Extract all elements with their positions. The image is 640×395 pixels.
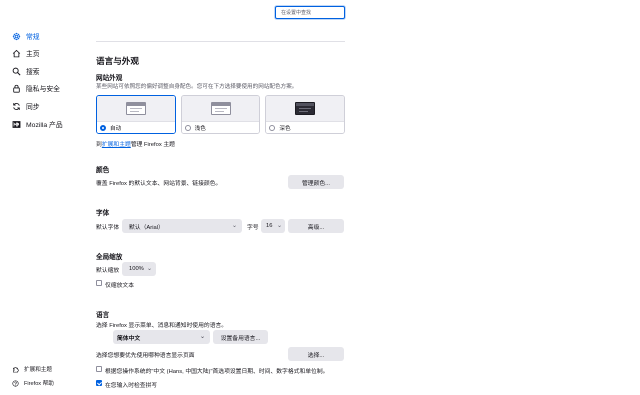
regional-format-checkbox[interactable] [96,366,102,372]
settings-search-input[interactable] [275,6,345,19]
radio-button[interactable] [269,124,276,131]
font-size-value: 16 [266,223,273,229]
section-divider [96,41,345,42]
spellcheck-label: 在您输入时检查拼写 [105,383,158,389]
puzzle-icon [12,366,19,373]
sidebar-item-label: 隐私与安全 [26,86,60,93]
sidebar-item-general[interactable]: 常规 [12,30,40,42]
language-description: 选择 Firefox 显示菜单、消息和通知时使用的语言。 [96,323,228,329]
sidebar-item-mozilla-products[interactable]: Mozilla 产品 [12,118,63,130]
language-value: 简体中文 [117,335,141,342]
chevron-down-icon: ⌄ [146,266,152,272]
mozilla-icon [12,120,21,129]
sidebar-item-label: 搜索 [26,69,40,76]
language-select[interactable]: 简体中文 ⌄ [113,330,210,344]
chevron-down-icon: ⌄ [276,223,282,229]
font-size-select[interactable]: 16 ⌄ [261,219,285,233]
appearance-preview [181,96,260,121]
extensions-themes-link[interactable]: 扩展和主题 [102,142,131,148]
window-preview-dark-icon [295,102,316,115]
appearance-option-dark[interactable]: 深色 [265,95,346,134]
default-zoom-label: 默认缩放 [96,268,120,274]
window-preview-icon [125,102,146,115]
sidebar-footer-label: 扩展和主题 [24,367,52,373]
home-icon [12,49,21,58]
search-icon [12,67,21,76]
gear-icon [12,32,21,41]
sidebar-item-sync[interactable]: 同步 [12,100,40,112]
appearance-option-auto[interactable]: 自动 [96,95,176,134]
manage-colors-button[interactable]: 管理颜色... [288,175,344,189]
sidebar-item-label: 常规 [26,34,40,41]
default-zoom-value: 100% [129,266,144,272]
appearance-preview [266,96,345,121]
spellcheck-checkbox[interactable] [96,380,102,386]
sync-icon [12,102,21,111]
website-appearance-description: 某些网站可依照您的偏好调整自身配色。您可在下方选择要使用的网站配色方案。 [96,84,298,90]
lock-icon [12,84,21,93]
appearance-option-label: 深色 [279,125,291,132]
manage-themes-suffix: 管理 Firefox 主题 [130,142,175,148]
chevron-down-icon: ⌄ [199,334,205,340]
zoom-title: 全局缩放 [96,254,123,261]
appearance-option-light[interactable]: 浅色 [180,95,261,134]
colors-description: 覆盖 Firefox 的默认文本、网站背景、链接颜色。 [96,181,222,187]
window-preview-icon [210,102,231,115]
sidebar-footer-help[interactable]: Firefox 帮助 [12,379,54,387]
website-appearance-title: 网站外观 [96,75,123,82]
manage-themes-text: 到扩展和主题管理 Firefox 主题 [96,139,175,148]
sidebar-item-label: 同步 [26,104,40,111]
sidebar-item-home[interactable]: 主页 [12,47,40,59]
default-font-select[interactable]: 默认（Arial） ⌄ [122,219,242,233]
advanced-fonts-button[interactable]: 高级... [288,219,344,233]
section-title: 语言与外观 [96,56,139,66]
sidebar-footer-extensions[interactable]: 扩展和主题 [12,365,52,373]
chevron-down-icon: ⌄ [231,223,237,229]
zoom-text-only-checkbox[interactable] [96,280,102,286]
appearance-option-label: 自动 [110,125,122,132]
sidebar-footer-label: Firefox 帮助 [24,381,54,387]
help-icon [12,379,19,387]
colors-title: 颜色 [96,167,110,174]
language-title: 语言 [96,312,110,319]
sidebar-item-label: 主页 [26,51,40,58]
website-appearance-options: 自动 浅色 深色 [96,95,346,134]
sidebar-item-label: Mozilla 产品 [26,122,63,129]
page-language-label: 选择您想要优先使用哪种语言显示页面 [96,353,195,359]
appearance-option-label: 浅色 [194,125,206,132]
radio-button[interactable] [100,124,106,131]
choose-page-language-button[interactable]: 选择... [288,347,344,361]
radio-button[interactable] [184,124,191,131]
appearance-preview [97,96,175,121]
sidebar-item-privacy[interactable]: 隐私与安全 [12,82,60,94]
font-size-label: 字号 [247,225,259,231]
zoom-text-only-label: 仅缩放文本 [105,283,134,289]
default-font-value: 默认（Arial） [129,224,164,231]
regional-format-label: 根据您操作系统的"中文 (Hans, 中国大陆)"首选项设置日期、时间、数字格式… [105,369,329,375]
fonts-title: 字体 [96,210,110,217]
sidebar: 常规 主页 搜索 隐私与安全 同步 Mozilla 产品 扩展和主题 Firef… [0,0,88,395]
default-font-label: 默认字体 [96,225,120,231]
default-zoom-select[interactable]: 100% ⌄ [122,262,156,276]
set-alternatives-button[interactable]: 设置备用语言... [213,330,268,344]
sidebar-item-search[interactable]: 搜索 [12,65,40,77]
